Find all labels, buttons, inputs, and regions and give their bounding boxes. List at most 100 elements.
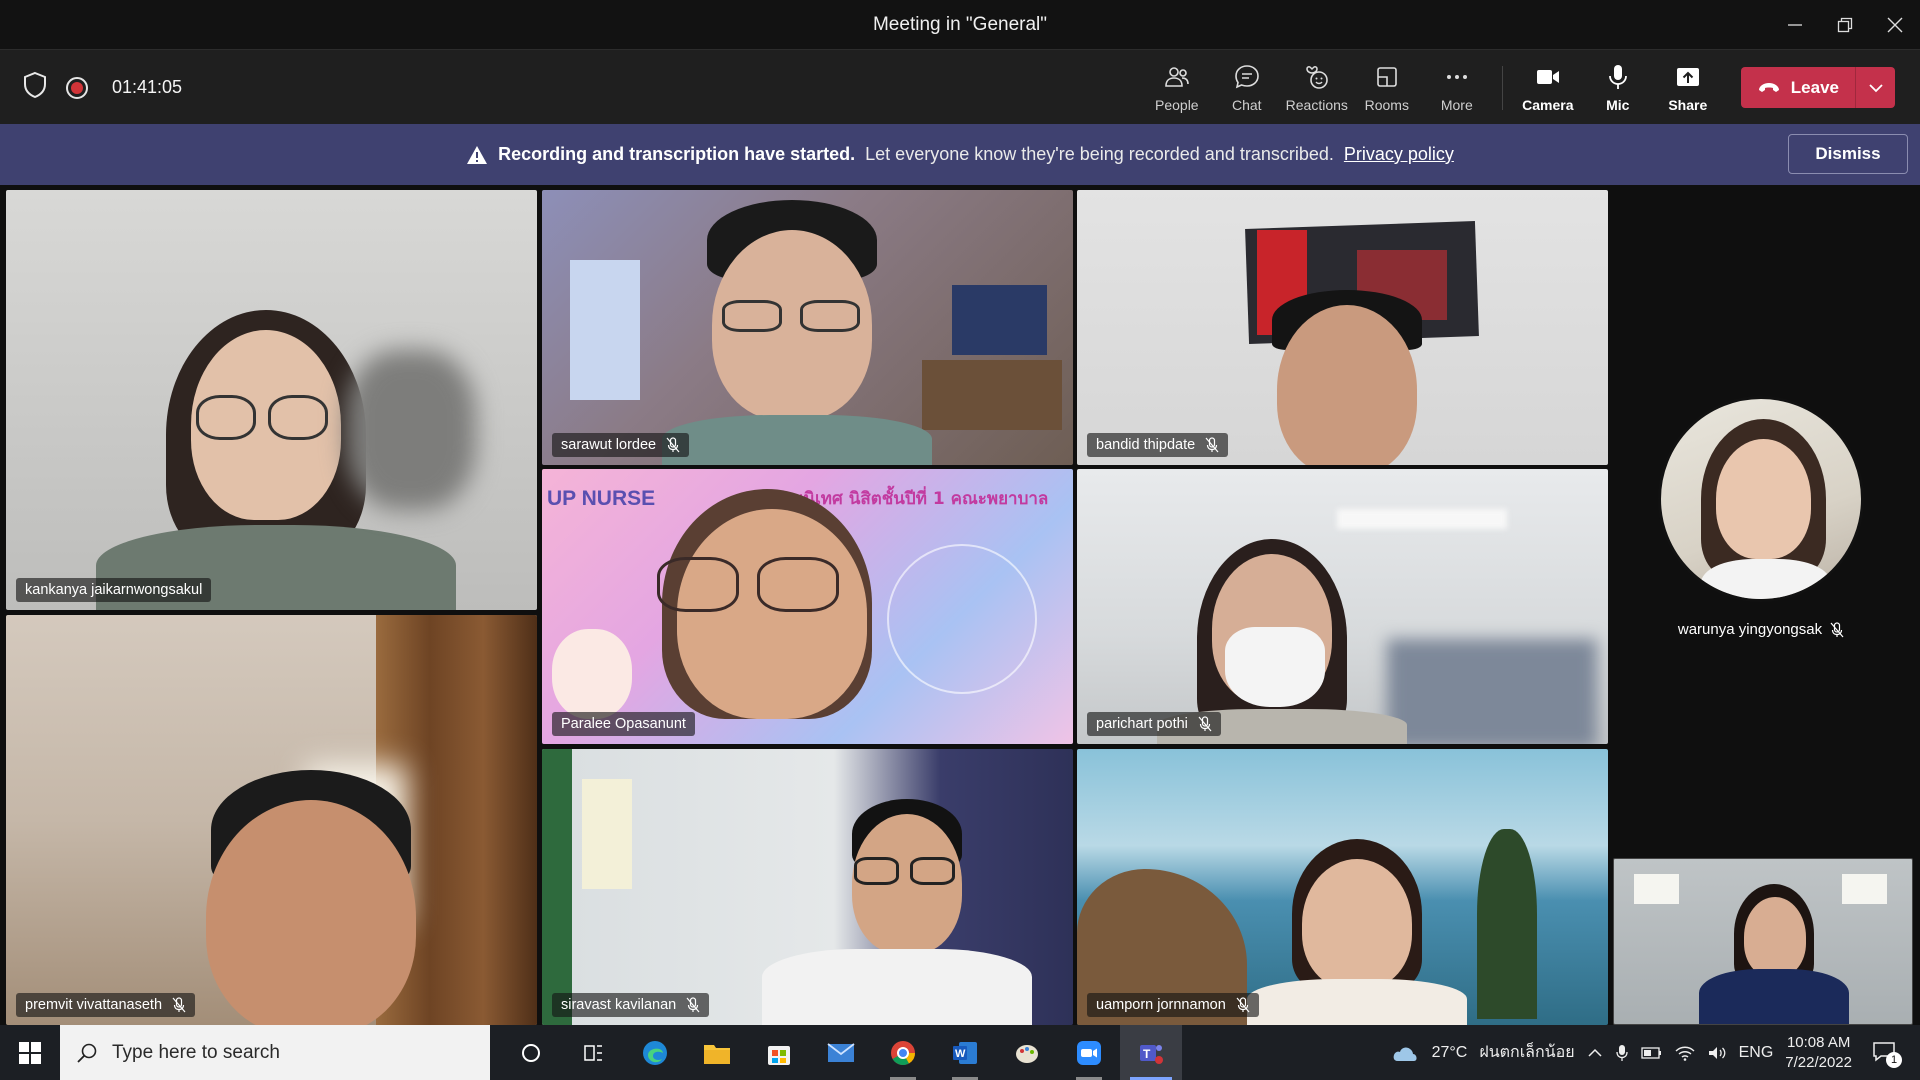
task-view-icon[interactable] <box>562 1025 624 1080</box>
dismiss-button[interactable]: Dismiss <box>1788 134 1908 174</box>
weather-description[interactable]: ฝนตกเล็กน้อย <box>1479 1040 1574 1065</box>
file-explorer-icon[interactable] <box>686 1025 748 1080</box>
windows-taskbar: Type here to search W T 27°C ฝนตกเล็กน้อ… <box>0 1025 1920 1080</box>
cortana-icon[interactable] <box>500 1025 562 1080</box>
input-language[interactable]: ENG <box>1739 1044 1774 1062</box>
participant-name: bandid thipdate <box>1096 437 1196 453</box>
shield-icon[interactable] <box>22 71 48 104</box>
video-tile[interactable]: kankanya jaikarnwongsakul <box>6 190 537 610</box>
meeting-actions: People Chat Reactions Rooms More Camera … <box>1142 50 1920 125</box>
microphone-tray-icon[interactable] <box>1615 1044 1629 1062</box>
participant-video <box>6 615 537 1025</box>
leave-button-group: Leave <box>1740 67 1895 108</box>
participant-name: sarawut lordee <box>561 437 657 453</box>
participant-nametag: parichart pothi <box>1087 712 1221 736</box>
toolbar-divider <box>1501 65 1503 110</box>
participant-name: uamporn jornnamon <box>1096 997 1226 1013</box>
camera-icon <box>1536 69 1559 84</box>
participant-name: premvit vivattanaseth <box>25 997 163 1013</box>
video-tile[interactable]: sarawut lordee <box>542 190 1073 465</box>
weather-cloud-icon <box>1393 1047 1417 1061</box>
mic-off-icon <box>1205 437 1219 453</box>
video-tile[interactable]: premvit vivattanaseth <box>6 615 537 1025</box>
meeting-toolbar: 01:41:05 People Chat Reactions Rooms Mor… <box>0 49 1920 124</box>
warning-icon <box>467 145 488 164</box>
reactions-label: Reactions <box>1285 96 1348 113</box>
video-tile[interactable]: UP NURSE ปฐมนิเทศ นิสิตชั้นปีที่ 1 คณะพย… <box>542 469 1073 744</box>
participant-name: siravast kavilanan <box>561 997 677 1013</box>
mail-icon[interactable] <box>810 1025 872 1080</box>
notification-center-icon[interactable]: 1 <box>1872 1040 1902 1068</box>
mic-off-icon <box>1198 716 1212 732</box>
mic-button[interactable]: Mic <box>1583 50 1653 125</box>
mic-off-icon <box>1830 621 1844 637</box>
mic-off-icon <box>686 997 700 1013</box>
meeting-status: 01:41:05 <box>22 50 182 125</box>
background-banner-text: UP NURSE <box>547 487 656 510</box>
svg-text:W: W <box>955 1048 966 1060</box>
leave-label: Leave <box>1790 77 1839 97</box>
reactions-button[interactable]: Reactions <box>1282 50 1352 125</box>
privacy-policy-link[interactable]: Privacy policy <box>1344 144 1454 165</box>
svg-text:T: T <box>1143 1047 1151 1061</box>
participant-avatar[interactable] <box>1658 396 1864 602</box>
participant-video <box>1077 749 1608 1025</box>
rooms-label: Rooms <box>1364 96 1409 113</box>
mic-off-icon <box>172 997 186 1013</box>
video-tile[interactable]: parichart pothi <box>1077 469 1608 744</box>
mic-off-icon <box>666 437 680 453</box>
taskbar-search-box[interactable]: Type here to search <box>60 1025 490 1080</box>
recording-banner: Recording and transcription have started… <box>0 124 1920 185</box>
word-icon[interactable]: W <box>934 1025 996 1080</box>
wifi-icon[interactable] <box>1675 1045 1695 1061</box>
clock-date: 7/22/2022 <box>1785 1053 1852 1071</box>
chat-button[interactable]: Chat <box>1212 50 1282 125</box>
share-button[interactable]: Share <box>1653 50 1723 125</box>
participant-nametag: siravast kavilanan <box>552 993 710 1017</box>
more-icon <box>1446 74 1467 79</box>
taskbar-clock[interactable]: 10:08 AM 7/22/2022 <box>1785 1033 1852 1073</box>
battery-icon[interactable] <box>1640 1046 1663 1060</box>
weather-temperature[interactable]: 27°C <box>1432 1044 1468 1062</box>
video-stage: kankanya jaikarnwongsakul sarawut lordee… <box>0 185 1920 1025</box>
store-icon[interactable] <box>748 1025 810 1080</box>
reactions-icon <box>1306 65 1328 89</box>
banner-message: Recording and transcription have started… <box>466 144 1454 165</box>
participant-name: kankanya jaikarnwongsakul <box>25 582 203 598</box>
more-button[interactable]: More <box>1422 50 1492 125</box>
system-tray: 27°C ฝนตกเล็กน้อย ENG 10:08 AM 7/22/2022… <box>1390 1025 1920 1080</box>
close-icon[interactable] <box>1870 0 1920 49</box>
self-view-video[interactable] <box>1613 858 1913 1025</box>
meeting-timer: 01:41:05 <box>112 77 183 97</box>
window-titlebar: Meeting in "General" <box>0 0 1920 49</box>
avatar-nametag: warunya yingyongsak <box>1650 621 1872 638</box>
restore-icon[interactable] <box>1820 0 1870 49</box>
people-button[interactable]: People <box>1142 50 1212 125</box>
chrome-icon[interactable] <box>872 1025 934 1080</box>
teams-icon[interactable]: T <box>1120 1025 1182 1080</box>
windows-logo-icon <box>19 1041 41 1064</box>
mic-icon <box>1608 64 1627 89</box>
zoom-icon[interactable] <box>1058 1025 1120 1080</box>
leave-button[interactable]: Leave <box>1741 67 1855 108</box>
minimize-icon[interactable] <box>1770 0 1820 49</box>
participant-name: warunya yingyongsak <box>1677 621 1823 638</box>
video-tile[interactable]: siravast kavilanan <box>542 749 1073 1025</box>
video-tile[interactable]: bandid thipdate <box>1077 190 1608 465</box>
volume-icon[interactable] <box>1707 1045 1727 1061</box>
video-tile[interactable]: uamporn jornnamon <box>1077 749 1608 1025</box>
chevron-up-icon[interactable] <box>1587 1045 1603 1061</box>
mic-label: Mic <box>1606 96 1630 113</box>
paint-icon[interactable] <box>996 1025 1058 1080</box>
hang-up-icon <box>1758 82 1779 92</box>
recording-indicator-icon <box>66 76 88 99</box>
edge-icon[interactable] <box>624 1025 686 1080</box>
leave-options-dropdown[interactable] <box>1855 67 1895 108</box>
camera-button[interactable]: Camera <box>1513 50 1583 125</box>
people-label: People <box>1155 96 1199 113</box>
window-title: Meeting in "General" <box>872 13 1048 35</box>
clock-time: 10:08 AM <box>1786 1033 1851 1051</box>
notification-count: 1 <box>1886 1051 1902 1068</box>
rooms-button[interactable]: Rooms <box>1352 50 1422 125</box>
start-button[interactable] <box>0 1025 60 1080</box>
